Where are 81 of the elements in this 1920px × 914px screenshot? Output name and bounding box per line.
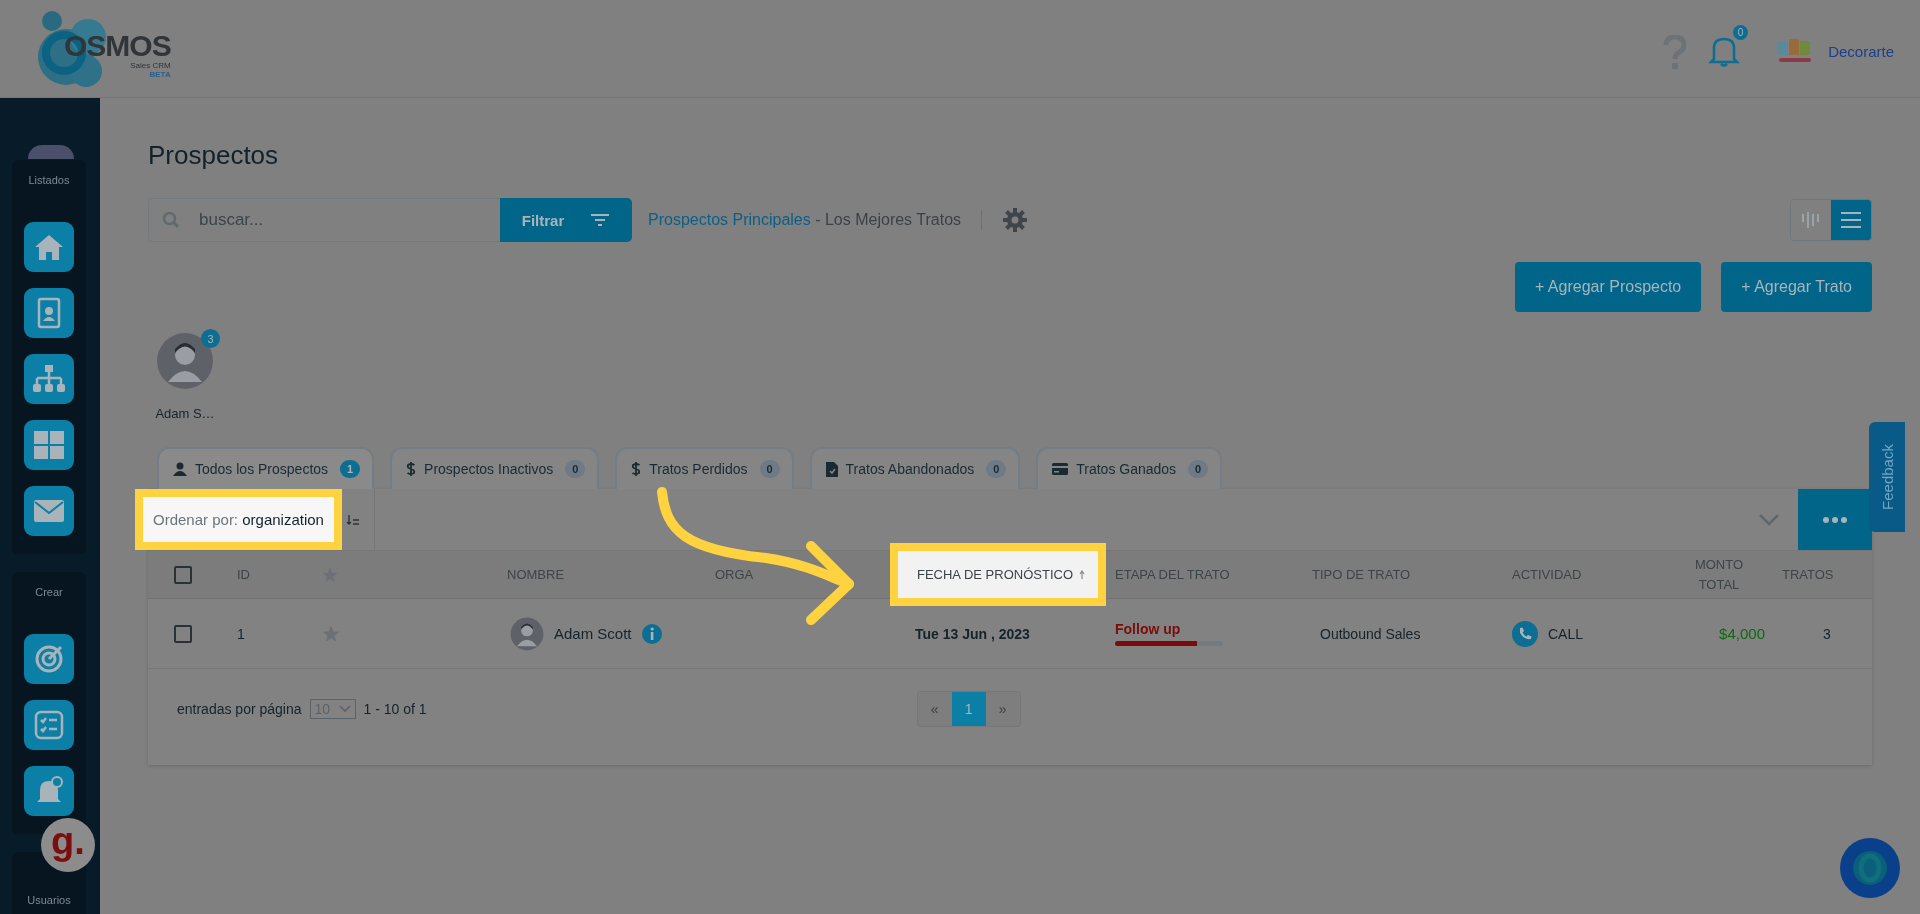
list-icon <box>1840 211 1862 229</box>
logo-subtitle: Sales CRM <box>130 60 171 70</box>
notification-count: 0 <box>1733 24 1749 40</box>
checklist-icon <box>34 710 64 740</box>
card-icon <box>1052 463 1069 475</box>
filter-tab[interactable]: Tratos Ganados 0 <box>1036 447 1223 489</box>
beta-label: BETA <box>149 69 171 79</box>
stage-label: Follow up <box>1115 621 1181 637</box>
star-icon[interactable] <box>322 624 340 643</box>
column-header[interactable]: ACTIVIDAD <box>1512 567 1582 582</box>
chat-icon[interactable] <box>1840 838 1900 898</box>
avatar-icon <box>510 616 544 651</box>
filter-icon <box>590 213 611 227</box>
page-title: Prospectos <box>148 139 280 172</box>
column-header[interactable]: ORGA <box>715 567 754 582</box>
columns-icon <box>1800 210 1822 230</box>
hierarchy-icon <box>32 363 66 395</box>
owner-name: Adam S… <box>155 406 215 421</box>
mail-icon <box>33 499 65 523</box>
table-cell: 1 <box>237 625 245 642</box>
sort-arrow-icon <box>1079 569 1085 580</box>
column-header[interactable]: ETAPA DEL TRATO <box>1115 567 1230 582</box>
add-button[interactable]: + Agregar Prospecto <box>1514 262 1702 312</box>
checkbox[interactable] <box>174 624 192 643</box>
count-badge: 3 <box>201 329 220 348</box>
column-header[interactable]: NOMBRE <box>507 567 565 582</box>
user-avatar[interactable] <box>28 145 74 159</box>
feedback-tab[interactable]: Feedback <box>1869 422 1905 532</box>
sort-icon[interactable] <box>345 513 360 526</box>
prospect-name[interactable]: Adam Scott <box>554 625 632 642</box>
column-header[interactable]: TIPO DE TRATO <box>1312 567 1411 582</box>
chevron-down-icon <box>338 705 351 713</box>
table-cell: 3 <box>1823 625 1831 642</box>
grid-icon <box>33 430 65 460</box>
search-field[interactable]: buscar... <box>148 198 500 242</box>
more-button[interactable] <box>1798 489 1872 550</box>
alarm-nav-button[interactable] <box>24 766 74 816</box>
add-button[interactable]: + Agregar Trato <box>1721 262 1872 312</box>
section-label: Crear <box>35 586 63 598</box>
amount: $4,000 <box>1719 625 1765 642</box>
page-button[interactable]: 1 <box>951 692 986 726</box>
next-page-button[interactable]: » <box>985 692 1020 726</box>
filter-tab[interactable]: Prospectos Inactivos 0 <box>390 447 600 489</box>
column-header[interactable]: ID <box>237 567 250 582</box>
home-nav-button[interactable] <box>24 222 74 272</box>
filter-tab[interactable]: Tratos Abandonados 0 <box>809 447 1021 489</box>
target-icon <box>34 644 64 674</box>
target-nav-button[interactable] <box>24 634 74 684</box>
dollar-icon <box>631 462 642 476</box>
checkbox[interactable] <box>174 565 192 584</box>
table-cell: Tue 13 Jun , 2023 <box>915 625 1030 642</box>
checklist-nav-button[interactable] <box>24 700 74 750</box>
grid-nav-button[interactable] <box>24 420 74 470</box>
column-header[interactable]: TRATOS <box>1782 567 1834 582</box>
pipeline-selector[interactable]: Prospectos Principales - Los Mejores Tratos <box>648 211 962 229</box>
mail-nav-button[interactable] <box>24 486 74 536</box>
hierarchy-nav-button[interactable] <box>24 354 74 404</box>
range-label: 1 - 10 of 1 <box>363 701 427 717</box>
contact-nav-button[interactable] <box>24 288 74 338</box>
previous-page-button[interactable]: « <box>917 692 952 726</box>
list-view-button[interactable] <box>1831 200 1871 240</box>
activity-label: CALL <box>1548 625 1584 642</box>
section-label: Usuarios <box>27 894 71 906</box>
info-icon[interactable] <box>641 623 662 644</box>
settings-icon[interactable] <box>1002 207 1029 233</box>
per-page-label: entradas por página <box>177 701 302 717</box>
contact-card-icon <box>37 297 61 329</box>
avatar-icon[interactable] <box>156 332 214 390</box>
user-icon <box>173 462 187 476</box>
home-icon <box>33 232 65 262</box>
table-cell-text: Outbound Sales <box>1319 625 1421 642</box>
column-header[interactable]: MONTO TOTAL <box>1685 554 1753 595</box>
filter-tab[interactable]: Todos los Prospectos 1 <box>157 447 375 489</box>
filter-tab[interactable]: Tratos Perdidos 0 <box>615 447 794 489</box>
section-label: Listados <box>28 174 70 186</box>
dollar-icon <box>406 462 417 476</box>
company-name[interactable]: Decorarte <box>1828 43 1894 60</box>
filter-button[interactable]: Filtrar <box>500 198 632 242</box>
document-icon <box>825 461 838 477</box>
more-icon <box>1823 516 1847 523</box>
phone-icon[interactable] <box>1512 620 1538 647</box>
